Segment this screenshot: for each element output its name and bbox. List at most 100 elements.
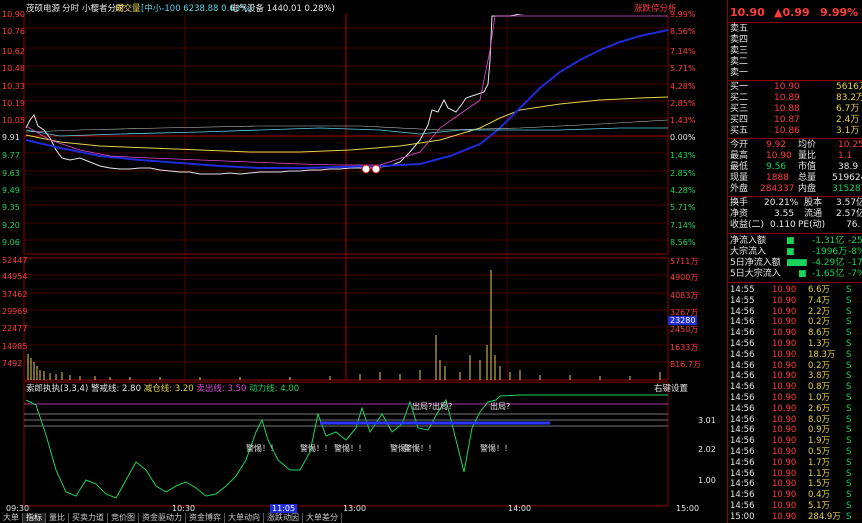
tick-v: 2.2万: [808, 306, 831, 317]
tick-v: 8.0万: [808, 414, 831, 425]
last-price: 10.90: [730, 6, 765, 19]
tick-row: 14:55 10.90 7.4万 S: [728, 296, 862, 307]
tick-p: 10.90: [772, 511, 797, 522]
tick-t: 15:00: [730, 511, 755, 522]
tick-row: 15:00 10.90 284.9万 S: [728, 512, 862, 523]
signal-warn: 警惕！！: [480, 444, 512, 453]
tick-v: 1.7万: [808, 457, 831, 468]
signal-exit: 出局?: [412, 402, 433, 411]
stat-row: 最低 9.56 市值 38.9: [730, 162, 859, 172]
tick-p: 10.90: [772, 295, 797, 306]
signal-exit: 出局?: [432, 402, 453, 411]
stat-row: 换手 20.21% 股本 3.57亿: [730, 198, 862, 208]
bottom-tab-bar: 大单 指标 量比 买卖力道 竞价图 资金驱动力 资金博弈 大单动向 涨跌动因 大单差分: [0, 513, 342, 523]
tick-s: S: [846, 317, 852, 328]
tick-p: 10.90: [772, 371, 797, 382]
ask-row[interactable]: 卖三: [728, 46, 862, 57]
signal-warn: 警惕！！: [246, 444, 278, 453]
tick-v: 2.6万: [808, 403, 831, 414]
tick-s: S: [846, 447, 852, 457]
tab-auction[interactable]: 竞价图: [108, 513, 139, 523]
volume-cursor-label: 23280: [668, 316, 698, 325]
ask-row[interactable]: 卖二: [728, 57, 862, 68]
tab-intraday[interactable]: 分时: [62, 2, 79, 14]
tick-s: S: [846, 457, 852, 468]
tick-t: 14:56: [730, 468, 755, 479]
tick-v: 3.8万: [808, 371, 831, 382]
flow-row: 大宗流入■-1996万-8%: [730, 247, 862, 257]
bid-row[interactable]: 买四 10.87 2.4万: [728, 115, 862, 126]
tick-t: 14:56: [730, 371, 755, 382]
price-change-pct: 9.99%: [820, 6, 859, 19]
tick-row: 14:56 10.90 0.8万 S: [728, 382, 862, 393]
tab-volume-ratio[interactable]: 量比: [46, 513, 69, 523]
tick-s: S: [846, 425, 852, 436]
tick-s: S: [846, 349, 852, 360]
tick-s: S: [846, 414, 852, 425]
bid-row[interactable]: 买五 10.86 3.1万: [728, 126, 862, 137]
tick-t: 14:55: [730, 295, 755, 306]
tab-bigorder[interactable]: 大单: [0, 513, 23, 523]
tick-v: 5.1万: [808, 501, 831, 511]
bid-row[interactable]: 买二 10.89 83.2万: [728, 93, 862, 104]
tick-v: 0.8万: [808, 382, 831, 393]
tab-bigorder-trend[interactable]: 大单动向: [225, 513, 264, 523]
tick-v: 7.4万: [808, 295, 831, 306]
tick-t: 14:56: [730, 447, 755, 457]
tab-bigorder-diff[interactable]: 大单差分: [303, 513, 342, 523]
tab-buy-sell-force[interactable]: 买卖力道: [69, 513, 108, 523]
volume-label: 成交量: [115, 4, 141, 14]
tick-t: 14:56: [730, 393, 755, 403]
tick-row: 14:56 10.90 1.1万 S: [728, 469, 862, 480]
tab-fund-game[interactable]: 资金博弈: [186, 513, 225, 523]
tick-row: 14:56 10.90 0.4万 S: [728, 490, 862, 501]
tick-t: 14:56: [730, 382, 755, 393]
tick-row: 14:56 10.90 2.6万 S: [728, 404, 862, 415]
tick-s: S: [846, 306, 852, 317]
tick-row: 14:56 10.90 5.1万 S: [728, 501, 862, 512]
tick-row: 14:56 10.90 8.6万 S: [728, 328, 862, 339]
tick-v: 8.6万: [808, 328, 831, 339]
tick-t: 14:56: [730, 328, 755, 339]
volume-bars: [27, 270, 661, 380]
tick-p: 10.90: [772, 479, 797, 490]
stock-name: 茂硕电源: [26, 4, 61, 14]
tick-v: 0.5万: [808, 447, 831, 457]
intraday-chart[interactable]: 茂硕电源 分时 小樱者分时 成交量 [中小-100 6238.88 0.63%]…: [0, 0, 725, 523]
tick-s: S: [846, 468, 852, 479]
tick-p: 10.90: [772, 328, 797, 339]
tick-s: S: [846, 479, 852, 490]
tick-p: 10.90: [772, 360, 797, 371]
tick-v: 1.0万: [808, 393, 831, 403]
tick-s: S: [846, 501, 852, 511]
ask-row[interactable]: 卖四: [728, 35, 862, 46]
tab-indicator[interactable]: 指标: [23, 513, 46, 523]
tick-s: S: [846, 360, 852, 371]
indicator-settings[interactable]: 右键设置: [654, 382, 688, 394]
tick-s: S: [846, 328, 852, 339]
tick-s: S: [846, 371, 852, 382]
tick-p: 10.90: [772, 382, 797, 393]
tick-row: 14:56 10.90 3.8万 S: [728, 371, 862, 382]
tick-p: 10.90: [772, 317, 797, 328]
tab-fund-drive[interactable]: 资金驱动力: [139, 513, 186, 523]
tick-p: 10.90: [772, 425, 797, 436]
tick-t: 14:55: [730, 285, 755, 295]
stat-row: 今开 9.92 均价 10.25: [730, 140, 862, 150]
bid-row[interactable]: 买三 10.88 6.7万: [728, 104, 862, 115]
ask-row[interactable]: 卖一: [728, 68, 862, 79]
tick-s: S: [846, 490, 852, 501]
tick-p: 10.90: [772, 339, 797, 349]
bid-row[interactable]: 买一10.905616万: [728, 82, 862, 93]
flow-row: 5日净流入额■■■-4.29亿-17%: [730, 258, 862, 268]
tick-p: 10.90: [772, 306, 797, 317]
tick-row: 14:56 10.90 0.9万 S: [728, 425, 862, 436]
tick-v: 284.9万: [808, 511, 841, 522]
flow-row: 5日大宗流入■-1.65亿-7%: [730, 269, 862, 279]
tick-p: 10.90: [772, 393, 797, 403]
tick-row: 14:56 10.90 1.7万 S: [728, 458, 862, 469]
tick-p: 10.90: [772, 457, 797, 468]
ask-row[interactable]: 卖五: [728, 24, 862, 35]
tick-p: 10.90: [772, 414, 797, 425]
tab-change-reason[interactable]: 涨跌动因: [264, 513, 303, 523]
